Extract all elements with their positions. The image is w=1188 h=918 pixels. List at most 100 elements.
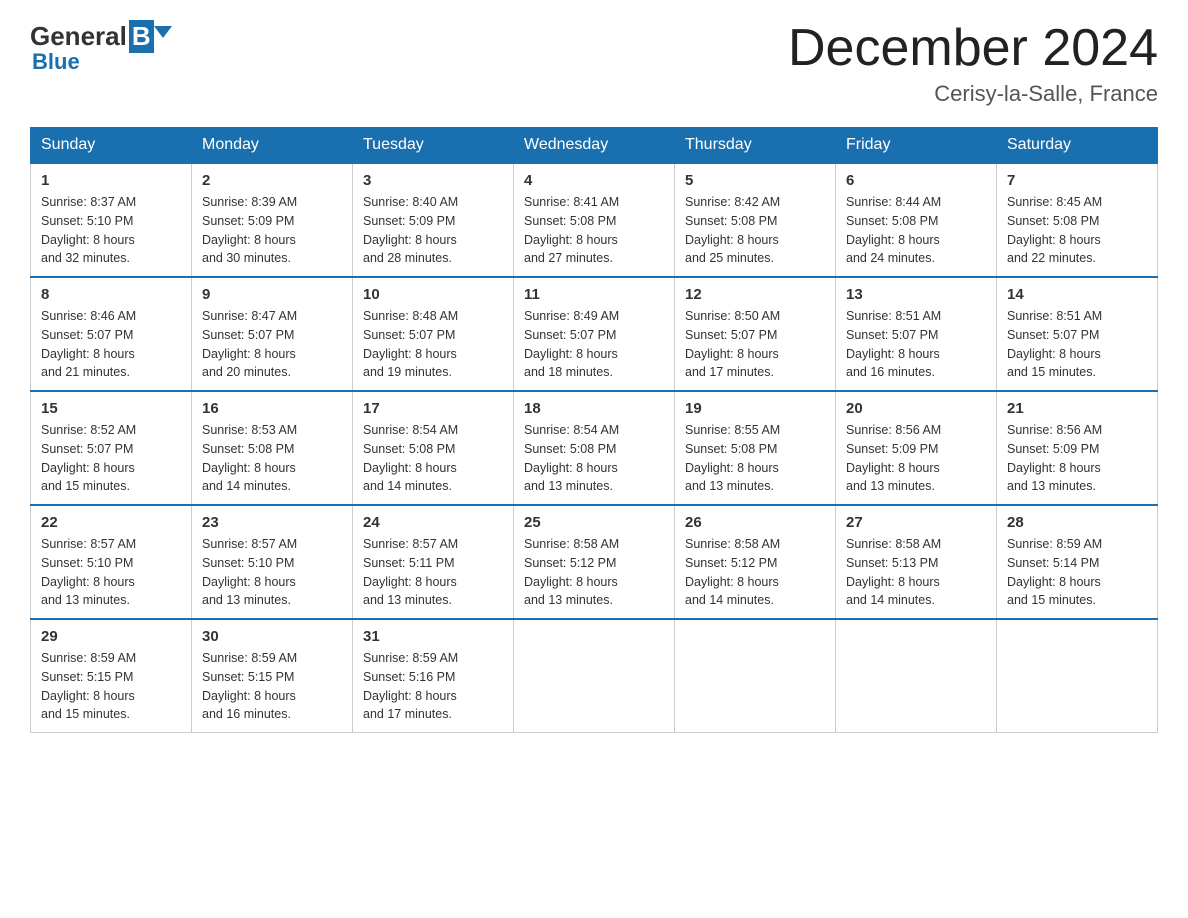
day-number: 11 [524,286,664,303]
calendar-cell [675,619,836,733]
calendar-cell: 14 Sunrise: 8:51 AMSunset: 5:07 PMDaylig… [997,277,1158,391]
day-number: 27 [846,514,986,531]
day-info: Sunrise: 8:41 AMSunset: 5:08 PMDaylight:… [524,193,664,268]
calendar-cell: 2 Sunrise: 8:39 AMSunset: 5:09 PMDayligh… [192,163,353,277]
calendar-cell: 1 Sunrise: 8:37 AMSunset: 5:10 PMDayligh… [31,163,192,277]
calendar-cell: 23 Sunrise: 8:57 AMSunset: 5:10 PMDaylig… [192,505,353,619]
col-tuesday: Tuesday [353,128,514,164]
day-number: 4 [524,172,664,189]
col-sunday: Sunday [31,128,192,164]
day-info: Sunrise: 8:46 AMSunset: 5:07 PMDaylight:… [41,307,181,382]
day-info: Sunrise: 8:55 AMSunset: 5:08 PMDaylight:… [685,421,825,496]
logo-subtitle: Blue [32,49,80,75]
day-info: Sunrise: 8:58 AMSunset: 5:12 PMDaylight:… [524,535,664,610]
day-info: Sunrise: 8:37 AMSunset: 5:10 PMDaylight:… [41,193,181,268]
day-number: 28 [1007,514,1147,531]
day-number: 16 [202,400,342,417]
calendar-cell [997,619,1158,733]
day-info: Sunrise: 8:58 AMSunset: 5:13 PMDaylight:… [846,535,986,610]
calendar-cell: 6 Sunrise: 8:44 AMSunset: 5:08 PMDayligh… [836,163,997,277]
day-number: 13 [846,286,986,303]
day-number: 15 [41,400,181,417]
col-thursday: Thursday [675,128,836,164]
logo-general-text: General [30,21,127,52]
calendar-cell: 13 Sunrise: 8:51 AMSunset: 5:07 PMDaylig… [836,277,997,391]
calendar-cell: 19 Sunrise: 8:55 AMSunset: 5:08 PMDaylig… [675,391,836,505]
calendar-cell: 10 Sunrise: 8:48 AMSunset: 5:07 PMDaylig… [353,277,514,391]
day-number: 26 [685,514,825,531]
day-info: Sunrise: 8:57 AMSunset: 5:11 PMDaylight:… [363,535,503,610]
calendar-cell: 20 Sunrise: 8:56 AMSunset: 5:09 PMDaylig… [836,391,997,505]
day-number: 23 [202,514,342,531]
day-number: 24 [363,514,503,531]
calendar-table: Sunday Monday Tuesday Wednesday Thursday… [30,127,1158,733]
calendar-cell: 11 Sunrise: 8:49 AMSunset: 5:07 PMDaylig… [514,277,675,391]
calendar-header-row: Sunday Monday Tuesday Wednesday Thursday… [31,128,1158,164]
day-info: Sunrise: 8:48 AMSunset: 5:07 PMDaylight:… [363,307,503,382]
day-info: Sunrise: 8:59 AMSunset: 5:14 PMDaylight:… [1007,535,1147,610]
day-number: 25 [524,514,664,531]
day-info: Sunrise: 8:57 AMSunset: 5:10 PMDaylight:… [202,535,342,610]
day-info: Sunrise: 8:54 AMSunset: 5:08 PMDaylight:… [363,421,503,496]
day-number: 9 [202,286,342,303]
location: Cerisy-la-Salle, France [788,81,1158,107]
day-info: Sunrise: 8:47 AMSunset: 5:07 PMDaylight:… [202,307,342,382]
col-saturday: Saturday [997,128,1158,164]
day-number: 14 [1007,286,1147,303]
day-info: Sunrise: 8:44 AMSunset: 5:08 PMDaylight:… [846,193,986,268]
calendar-cell: 17 Sunrise: 8:54 AMSunset: 5:08 PMDaylig… [353,391,514,505]
calendar-cell: 18 Sunrise: 8:54 AMSunset: 5:08 PMDaylig… [514,391,675,505]
day-info: Sunrise: 8:49 AMSunset: 5:07 PMDaylight:… [524,307,664,382]
calendar-week-row: 22 Sunrise: 8:57 AMSunset: 5:10 PMDaylig… [31,505,1158,619]
calendar-cell: 30 Sunrise: 8:59 AMSunset: 5:15 PMDaylig… [192,619,353,733]
day-info: Sunrise: 8:50 AMSunset: 5:07 PMDaylight:… [685,307,825,382]
calendar-cell [514,619,675,733]
day-info: Sunrise: 8:59 AMSunset: 5:15 PMDaylight:… [202,649,342,724]
calendar-cell [836,619,997,733]
day-number: 20 [846,400,986,417]
day-number: 19 [685,400,825,417]
col-monday: Monday [192,128,353,164]
day-info: Sunrise: 8:56 AMSunset: 5:09 PMDaylight:… [1007,421,1147,496]
day-number: 30 [202,628,342,645]
calendar-cell: 12 Sunrise: 8:50 AMSunset: 5:07 PMDaylig… [675,277,836,391]
logo-blue-box: B [129,20,172,53]
day-number: 2 [202,172,342,189]
day-info: Sunrise: 8:51 AMSunset: 5:07 PMDaylight:… [1007,307,1147,382]
calendar-cell: 21 Sunrise: 8:56 AMSunset: 5:09 PMDaylig… [997,391,1158,505]
calendar-cell: 16 Sunrise: 8:53 AMSunset: 5:08 PMDaylig… [192,391,353,505]
calendar-cell: 15 Sunrise: 8:52 AMSunset: 5:07 PMDaylig… [31,391,192,505]
calendar-cell: 25 Sunrise: 8:58 AMSunset: 5:12 PMDaylig… [514,505,675,619]
day-number: 12 [685,286,825,303]
calendar-cell: 7 Sunrise: 8:45 AMSunset: 5:08 PMDayligh… [997,163,1158,277]
day-number: 1 [41,172,181,189]
calendar-cell: 5 Sunrise: 8:42 AMSunset: 5:08 PMDayligh… [675,163,836,277]
logo: GeneralB Blue [30,20,172,75]
calendar-cell: 26 Sunrise: 8:58 AMSunset: 5:12 PMDaylig… [675,505,836,619]
calendar-cell: 31 Sunrise: 8:59 AMSunset: 5:16 PMDaylig… [353,619,514,733]
day-number: 29 [41,628,181,645]
day-number: 10 [363,286,503,303]
calendar-cell: 9 Sunrise: 8:47 AMSunset: 5:07 PMDayligh… [192,277,353,391]
day-number: 18 [524,400,664,417]
calendar-cell: 24 Sunrise: 8:57 AMSunset: 5:11 PMDaylig… [353,505,514,619]
day-number: 21 [1007,400,1147,417]
day-number: 7 [1007,172,1147,189]
day-number: 22 [41,514,181,531]
day-number: 5 [685,172,825,189]
day-info: Sunrise: 8:42 AMSunset: 5:08 PMDaylight:… [685,193,825,268]
day-info: Sunrise: 8:45 AMSunset: 5:08 PMDaylight:… [1007,193,1147,268]
day-info: Sunrise: 8:40 AMSunset: 5:09 PMDaylight:… [363,193,503,268]
day-number: 31 [363,628,503,645]
calendar-week-row: 29 Sunrise: 8:59 AMSunset: 5:15 PMDaylig… [31,619,1158,733]
day-number: 3 [363,172,503,189]
calendar-week-row: 1 Sunrise: 8:37 AMSunset: 5:10 PMDayligh… [31,163,1158,277]
day-info: Sunrise: 8:59 AMSunset: 5:15 PMDaylight:… [41,649,181,724]
calendar-cell: 4 Sunrise: 8:41 AMSunset: 5:08 PMDayligh… [514,163,675,277]
day-info: Sunrise: 8:39 AMSunset: 5:09 PMDaylight:… [202,193,342,268]
day-info: Sunrise: 8:59 AMSunset: 5:16 PMDaylight:… [363,649,503,724]
day-number: 8 [41,286,181,303]
calendar-cell: 28 Sunrise: 8:59 AMSunset: 5:14 PMDaylig… [997,505,1158,619]
calendar-week-row: 8 Sunrise: 8:46 AMSunset: 5:07 PMDayligh… [31,277,1158,391]
day-info: Sunrise: 8:53 AMSunset: 5:08 PMDaylight:… [202,421,342,496]
